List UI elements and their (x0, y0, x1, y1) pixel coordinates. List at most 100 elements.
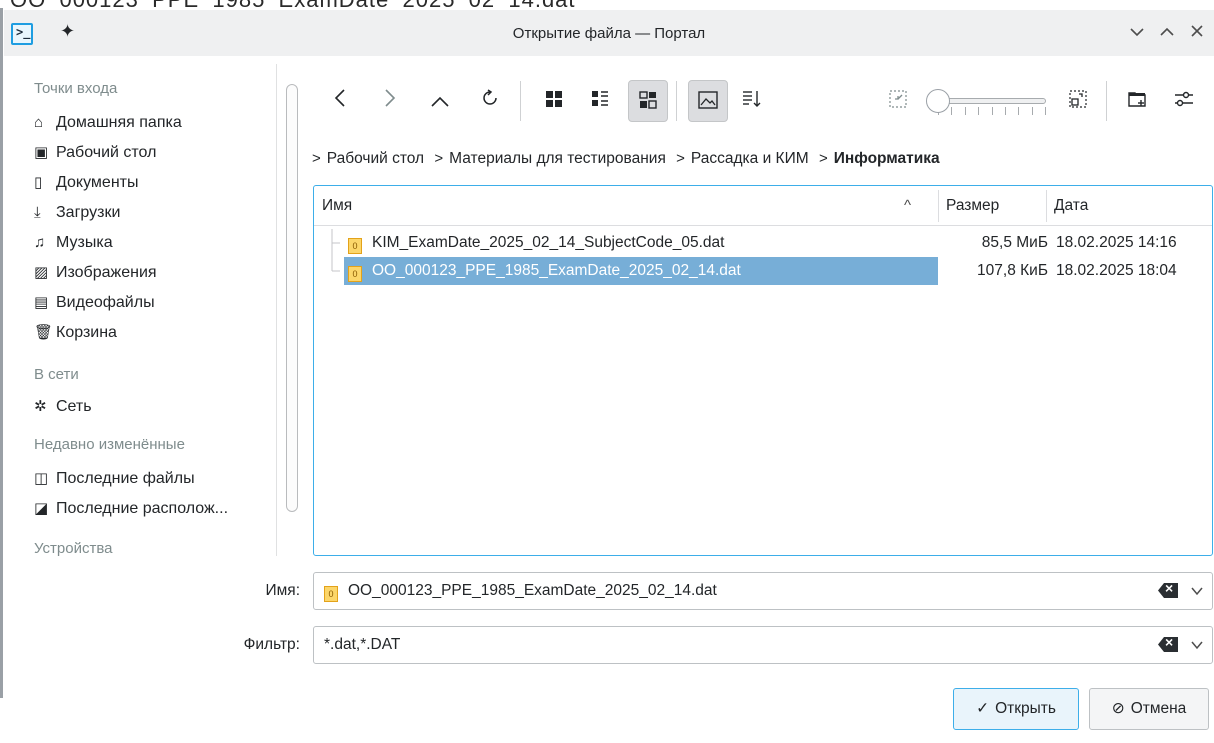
compact-view-button[interactable] (580, 80, 620, 122)
sidebar-item-label: Рабочий стол (56, 144, 157, 161)
filter-combobox[interactable]: *.dat,*.DAT (313, 626, 1213, 664)
file-date: 18.02.2025 18:04 (1056, 262, 1177, 279)
sidebar-item-music[interactable]: ♫ Музыка (34, 230, 113, 256)
section-recent: Недавно изменённые (34, 436, 185, 453)
toolbar-separator (1106, 81, 1107, 121)
chevron-down-icon[interactable] (1190, 579, 1204, 603)
parent-folder-button[interactable] (420, 80, 460, 122)
sidebar-item-label: Видеофайлы (56, 294, 155, 311)
sidebar-item-label: Последние располож... (56, 500, 229, 517)
new-folder-button[interactable] (1118, 80, 1158, 122)
title-bar[interactable]: >_ ✦ Открытие файла — Портал (4, 10, 1214, 56)
video-icon: ▤ (34, 294, 49, 311)
open-button[interactable]: ✓ Открыть (953, 688, 1079, 730)
zoom-slider[interactable] (926, 89, 1054, 117)
recent-files-icon: ◫ (34, 470, 49, 487)
cancel-icon: ⊘ (1111, 700, 1125, 717)
file-icon: 0 (348, 238, 362, 254)
zoom-out-icon (889, 90, 907, 108)
download-icon: ⤓ (34, 204, 41, 221)
file-name-input[interactable]: OO_000123_PPE_1985_ExamDate_2025_02_14.d… (348, 582, 717, 599)
filter-field-label: Фильтр: (243, 636, 300, 653)
sidebar-item-label: Последние файлы (56, 470, 195, 487)
zoom-slider-handle[interactable] (926, 89, 950, 113)
breadcrumb-item[interactable]: Рассадка и КИМ (691, 150, 809, 167)
trash-icon: 🗑︎ (34, 324, 54, 341)
filter-input[interactable]: *.dat,*.DAT (324, 636, 400, 653)
file-list[interactable]: Имя ^ Размер Дата 0 KIM_ExamDate_2025_02_… (313, 185, 1213, 556)
options-button[interactable] (1164, 80, 1204, 122)
chevron-up-icon (431, 96, 449, 107)
cancel-button[interactable]: ⊘ Отмена (1089, 688, 1209, 730)
chevron-down-icon[interactable] (1190, 633, 1204, 657)
sidebar-item-downloads[interactable]: ⤓ Загрузки (34, 200, 120, 226)
file-size: 107,8 КиБ (977, 262, 1048, 279)
minimize-button[interactable] (1124, 19, 1150, 45)
clear-icon[interactable] (1158, 583, 1178, 598)
chevron-left-icon (334, 89, 345, 107)
breadcrumb-separator-icon: > (312, 150, 321, 167)
breadcrumb-separator-icon: > (818, 150, 828, 167)
breadcrumb-separator-icon: > (676, 150, 685, 167)
sidebar-item-home[interactable]: ⌂ Домашняя папка (34, 110, 182, 136)
breadcrumb-item[interactable]: Материалы для тестирования (449, 150, 666, 167)
detailed-view-button[interactable] (628, 80, 668, 122)
reload-button[interactable] (470, 80, 510, 122)
window-left-edge (0, 8, 3, 698)
chevron-right-icon (385, 89, 396, 107)
file-icon: 0 (324, 586, 338, 602)
icon-view-button[interactable] (534, 80, 574, 122)
file-name-combobox[interactable]: 0 OO_000123_PPE_1985_ExamDate_2025_02_14.… (313, 572, 1213, 610)
column-header-date[interactable]: Дата (1046, 186, 1212, 226)
clear-icon[interactable] (1158, 637, 1178, 652)
sidebar-item-desktop[interactable]: ▣ Рабочий стол (34, 140, 156, 166)
sidebar-item-trash[interactable]: 🗑︎ Корзина (34, 320, 117, 346)
tree-branch-line (331, 229, 340, 257)
reload-icon (483, 89, 497, 105)
preview-button[interactable] (688, 80, 728, 122)
name-field-label: Имя: (265, 582, 301, 599)
file-name-cell[interactable]: 0 KIM_ExamDate_2025_02_14_SubjectCode_05.… (344, 229, 938, 257)
sidebar-item-documents[interactable]: ▯ Документы (34, 170, 138, 196)
compact-list-icon (592, 91, 608, 106)
sidebar-item-network[interactable]: ✲ Сеть (34, 394, 92, 420)
zoom-in-button[interactable] (1058, 80, 1098, 122)
file-name-cell[interactable]: 0 OO_000123_PPE_1985_ExamDate_2025_02_14.… (344, 257, 938, 285)
new-folder-icon (1128, 92, 1146, 107)
tree-view-icon (639, 91, 657, 109)
column-header-name[interactable]: Имя (314, 186, 932, 226)
sort-ascending-icon: ^ (904, 197, 912, 214)
forward-button[interactable] (370, 80, 410, 122)
chevron-down-icon (1130, 28, 1144, 37)
sidebar-item-recent-files[interactable]: ◫ Последние файлы (34, 466, 195, 492)
sidebar-item-label: Корзина (56, 324, 117, 341)
close-button[interactable] (1184, 19, 1210, 45)
cancel-button-label: Отмена (1130, 700, 1187, 717)
sidebar-divider (276, 64, 277, 556)
maximize-button[interactable] (1154, 19, 1180, 45)
breadcrumb-item[interactable]: Рабочий стол (327, 150, 424, 167)
sidebar-item-videos[interactable]: ▤ Видеофайлы (34, 290, 155, 316)
checkmark-icon: ✓ (976, 700, 990, 717)
background-window-strip: OO_000123_PPE_1985_ExamDate_2025_02_14.d… (0, 0, 1214, 10)
breadcrumb-current[interactable]: Информатика (834, 150, 940, 167)
section-entry-points: Точки входа (34, 80, 118, 97)
sidebar-item-label: Домашняя папка (56, 114, 182, 131)
file-list-header: Имя ^ Размер Дата (314, 186, 1212, 226)
sidebar-scrollbar[interactable] (286, 84, 298, 512)
file-row[interactable]: 0 KIM_ExamDate_2025_02_14_SubjectCode_05.… (314, 229, 1212, 257)
zoom-in-icon (1069, 90, 1087, 108)
music-icon: ♫ (34, 234, 46, 251)
breadcrumb-separator-icon: > (434, 150, 444, 167)
sort-button[interactable] (732, 80, 772, 122)
sort-icon (743, 91, 761, 107)
sidebar-item-images[interactable]: ▨ Изображения (34, 260, 157, 286)
sidebar-item-recent-locations[interactable]: ◪ Последние располож... (34, 496, 228, 522)
window-title: Открытие файла — Портал (512, 25, 706, 42)
file-row-selected[interactable]: 0 OO_000123_PPE_1985_ExamDate_2025_02_14.… (314, 257, 1212, 285)
zoom-out-button[interactable] (878, 80, 918, 122)
file-icon: 0 (348, 266, 362, 282)
column-header-size[interactable]: Размер (938, 186, 1046, 226)
section-network: В сети (34, 366, 79, 383)
back-button[interactable] (320, 80, 360, 122)
